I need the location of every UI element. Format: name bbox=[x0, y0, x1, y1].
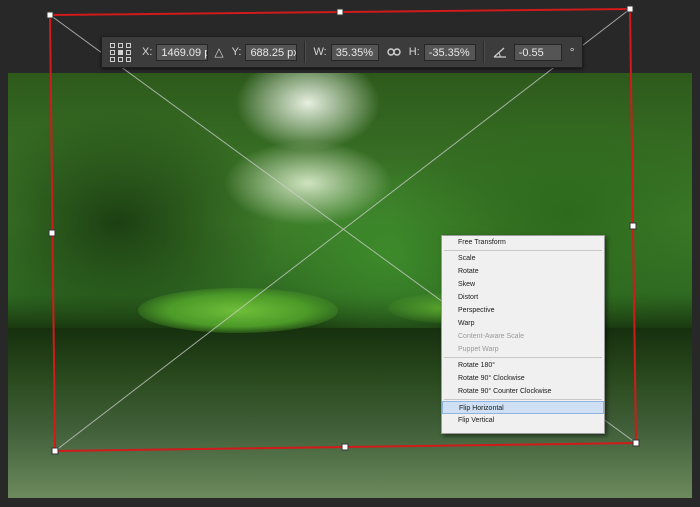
transform-handle-bottom-left bbox=[51, 447, 59, 455]
height-label: H: bbox=[408, 46, 420, 58]
menu-item-flip-horizontal[interactable]: Flip Horizontal bbox=[442, 401, 604, 414]
transform-handle-bottom-right bbox=[632, 439, 640, 447]
relative-positioning-icon[interactable]: △ bbox=[214, 45, 223, 59]
menu-item-rotate[interactable]: Rotate bbox=[442, 265, 604, 278]
menu-separator bbox=[444, 399, 602, 400]
link-icon[interactable] bbox=[386, 47, 401, 57]
transform-context-menu: Free Transform Scale Rotate Skew Distort… bbox=[441, 235, 605, 434]
transform-handle-right bbox=[629, 222, 637, 230]
menu-item-rotate-180[interactable]: Rotate 180° bbox=[442, 359, 604, 372]
transform-handle-bottom bbox=[341, 443, 349, 451]
menu-item-skew[interactable]: Skew bbox=[442, 278, 604, 291]
rotation-angle-input[interactable]: -0.55 bbox=[513, 43, 562, 61]
degree-label: ° bbox=[569, 45, 575, 59]
menu-item-puppet-warp: Puppet Warp bbox=[458, 346, 499, 353]
menu-item-content-aware-scale: Content-Aware Scale bbox=[458, 333, 525, 340]
y-label: Y: bbox=[231, 46, 242, 58]
menu-item-warp[interactable]: Warp bbox=[442, 317, 604, 330]
menu-item-free-transform[interactable]: Free Transform bbox=[442, 236, 604, 249]
transform-handle-top-right bbox=[626, 5, 634, 13]
transform-options-bar: X: 1469.09 px △ Y: 688.25 px W: 35.35% H… bbox=[101, 36, 583, 68]
menu-item-perspective[interactable]: Perspective bbox=[442, 304, 604, 317]
menu-item-rotate-90-cw[interactable]: Rotate 90° Clockwise bbox=[442, 372, 604, 385]
x-position-input[interactable]: 1469.09 px bbox=[156, 43, 209, 61]
transform-handle-left bbox=[48, 229, 56, 237]
menu-separator bbox=[444, 357, 602, 358]
separator bbox=[304, 41, 307, 63]
y-position-input[interactable]: 688.25 px bbox=[245, 43, 298, 61]
menu-item-rotate-90-ccw[interactable]: Rotate 90° Counter Clockwise bbox=[442, 385, 604, 398]
reference-point-locator[interactable] bbox=[110, 41, 132, 63]
rotate-angle-icon bbox=[493, 47, 506, 58]
width-label: W: bbox=[313, 46, 327, 58]
separator bbox=[482, 41, 485, 63]
width-input[interactable]: 35.35% bbox=[330, 43, 379, 61]
transform-handle-top bbox=[336, 8, 344, 16]
menu-item-distort[interactable]: Distort bbox=[442, 291, 604, 304]
x-label: X: bbox=[142, 46, 153, 58]
height-input[interactable]: -35.35% bbox=[423, 43, 476, 61]
transform-handle-top-left bbox=[46, 11, 54, 19]
menu-separator bbox=[444, 250, 602, 251]
menu-item-flip-vertical[interactable]: Flip Vertical bbox=[442, 414, 604, 427]
menu-item-scale[interactable]: Scale bbox=[442, 252, 604, 265]
